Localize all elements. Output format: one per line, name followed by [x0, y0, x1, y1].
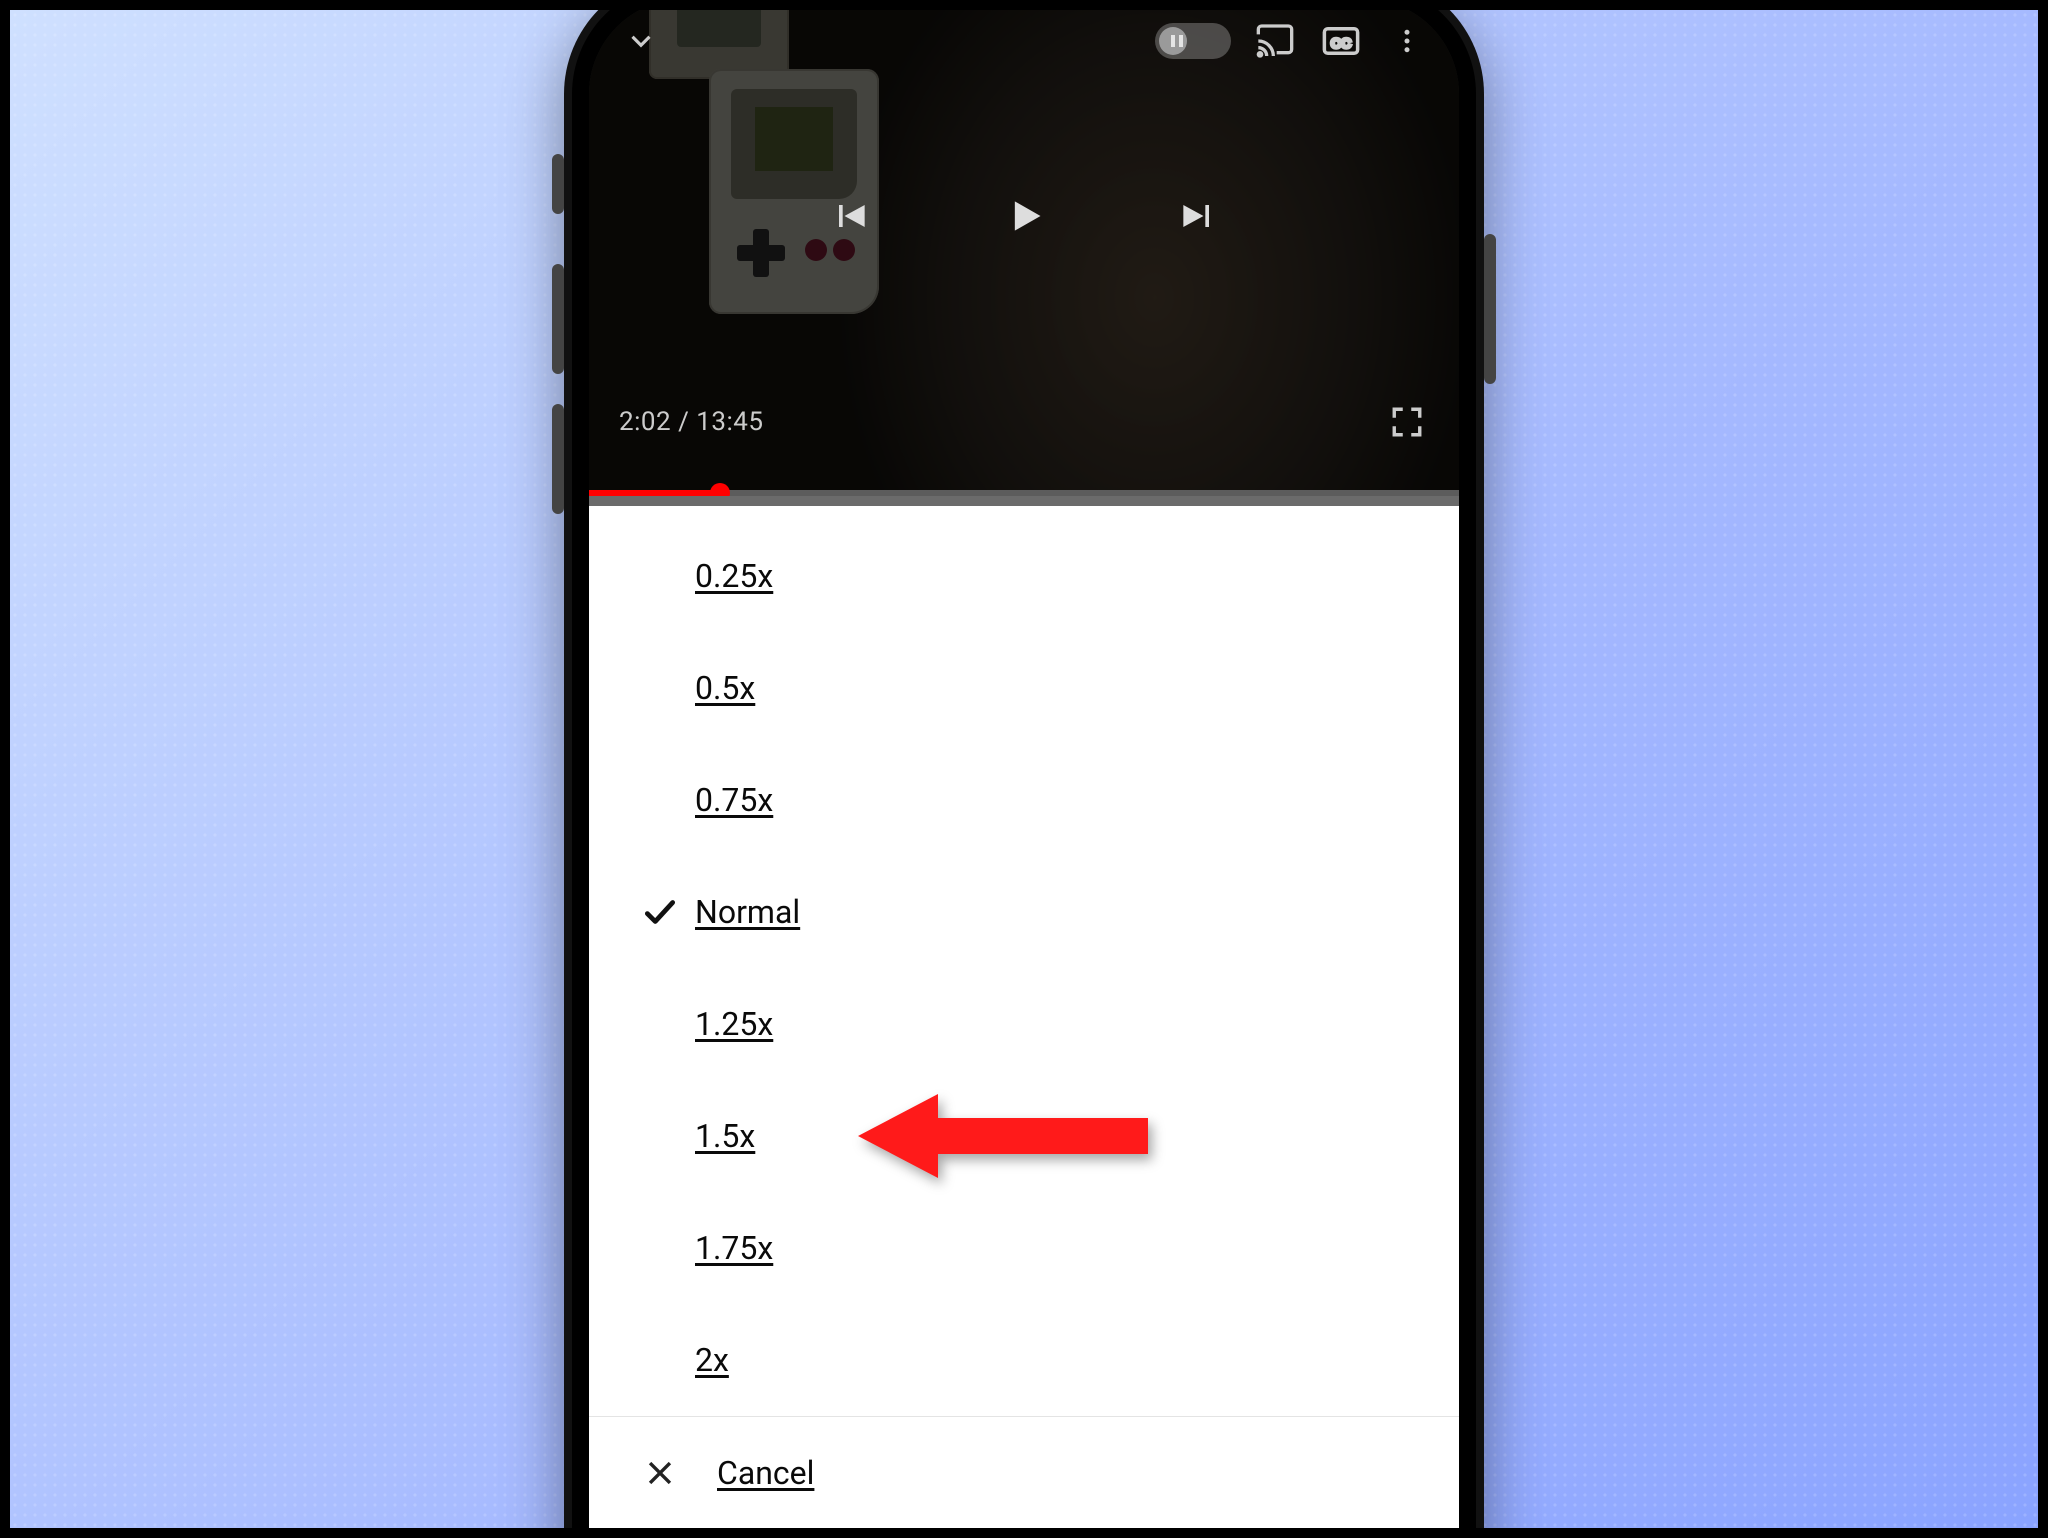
- phone-power-button: [1484, 234, 1496, 384]
- speed-option-label: 2x: [695, 1341, 729, 1379]
- phone-volume-down: [552, 404, 564, 514]
- phone-screen: CC: [589, 0, 1459, 1538]
- speed-option-label: 1.5x: [695, 1117, 755, 1155]
- current-time: 2:02 / 13:45: [619, 407, 764, 437]
- playback-speed-sheet: 0.25x 0.5x 0.75x Normal 1.25x 1.5x 1.75x 2x Can…: [589, 506, 1459, 1538]
- speed-option-05x[interactable]: 0.5x: [589, 632, 1459, 744]
- speed-option-label: 0.5x: [695, 669, 755, 707]
- phone-mute-switch: [552, 154, 564, 214]
- more-icon[interactable]: [1385, 19, 1429, 63]
- svg-text:CC: CC: [1331, 35, 1351, 51]
- progress-fill: [589, 490, 720, 496]
- time-bar: 2:02 / 13:45: [619, 400, 1429, 444]
- progress-handle[interactable]: [710, 483, 730, 496]
- close-icon: [643, 1456, 677, 1490]
- previous-icon[interactable]: [828, 194, 872, 238]
- speed-option-normal[interactable]: Normal: [589, 856, 1459, 968]
- speed-option-025x[interactable]: 0.25x: [589, 520, 1459, 632]
- phone-volume-up: [552, 264, 564, 374]
- speed-option-2x[interactable]: 2x: [589, 1304, 1459, 1416]
- tutorial-canvas: CC: [0, 0, 2048, 1538]
- speed-option-label: Normal: [695, 893, 800, 931]
- sheet-handle-area: [589, 496, 1459, 506]
- fullscreen-icon[interactable]: [1385, 400, 1429, 444]
- cancel-button[interactable]: Cancel: [589, 1417, 1459, 1529]
- speed-option-label: 0.75x: [695, 781, 773, 819]
- speed-option-label: 1.75x: [695, 1229, 773, 1267]
- play-icon[interactable]: [1002, 194, 1046, 238]
- speed-option-125x[interactable]: 1.25x: [589, 968, 1459, 1080]
- cast-icon[interactable]: [1253, 19, 1297, 63]
- speed-option-075x[interactable]: 0.75x: [589, 744, 1459, 856]
- check-icon: [641, 893, 679, 931]
- collapse-icon[interactable]: [619, 19, 663, 63]
- video-player: CC: [589, 0, 1459, 496]
- cancel-label: Cancel: [717, 1454, 814, 1492]
- speed-option-15x[interactable]: 1.5x: [589, 1080, 1459, 1192]
- captions-icon[interactable]: CC: [1319, 19, 1363, 63]
- speed-option-label: 1.25x: [695, 1005, 773, 1043]
- progress-track[interactable]: [589, 490, 1459, 496]
- next-icon[interactable]: [1176, 194, 1220, 238]
- speed-option-label: 0.25x: [695, 557, 773, 595]
- speed-option-175x[interactable]: 1.75x: [589, 1192, 1459, 1304]
- autoplay-toggle[interactable]: [1155, 23, 1231, 59]
- phone-frame: CC: [564, 0, 1484, 1538]
